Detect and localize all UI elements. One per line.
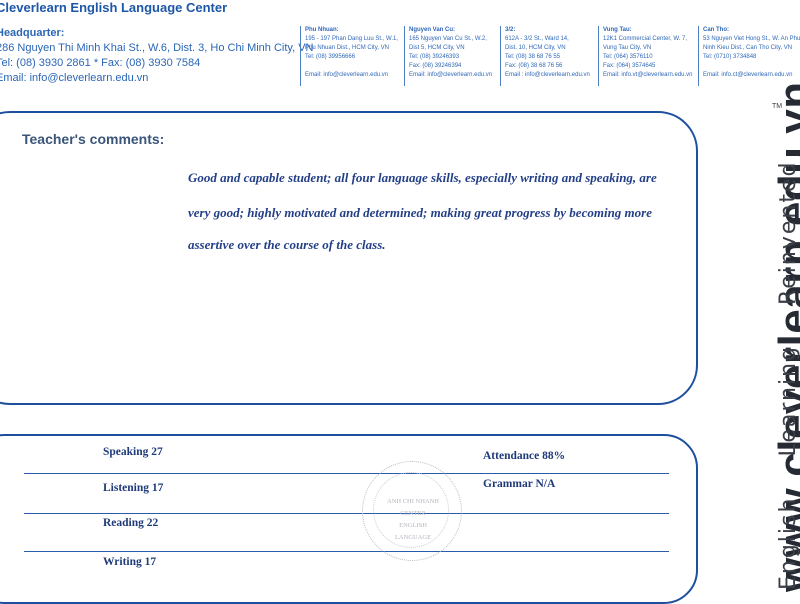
score-writing: Writing 17 (103, 556, 157, 568)
brand-tagline: English Learning Reinvented (776, 161, 800, 590)
branch-line: Dist. 10, HCM City, VN (505, 45, 566, 51)
comment-line-1: Good and capable student; all four langu… (188, 170, 657, 185)
comments-frame (0, 111, 698, 405)
stamp: ANH CHI NHANH CENTER ENGLISH LANGUAGE (362, 461, 462, 561)
branch-name: Nguyen Van Cu: (409, 27, 456, 33)
score-listening: Listening 17 (103, 482, 164, 494)
stamp-text: CENTER (400, 510, 426, 517)
branch-name: Vung Tau: (603, 27, 632, 33)
branch-line: Tel: (08) 39956666 (305, 54, 356, 60)
branch-line (703, 62, 800, 71)
score-reading: Reading 22 (103, 517, 159, 529)
branch-line: Tel: (08) 38 68 76 55 (505, 54, 561, 60)
comment-line-2: very good; highly motivated and determin… (188, 205, 652, 220)
row-divider (24, 473, 669, 474)
tagline-english: English (776, 496, 800, 590)
branch-line: Fax: (08) 38 68 76 56 (505, 63, 563, 69)
branch-phu-nhuan: Phu Nhuan: 195 - 197 Phan Dang Luu St., … (300, 26, 403, 86)
branch-name: Can Tho: (703, 27, 729, 33)
branch-line: Phu Nhuan Dist., HCM City, VN (305, 45, 389, 51)
hq-address: 286 Nguyen Thi Minh Khai St., W.6, Dist.… (0, 42, 314, 54)
branch-line: Fax: (064) 3574645 (603, 63, 656, 69)
branch-line: 53 Nguyen Viet Hong St., W. An Phu, (703, 36, 800, 42)
stamp-text: ANH CHI NHANH (387, 498, 439, 505)
branch-nguyen-van-cu: Nguyen Van Cu: 165 Nguyen Van Cu St., W.… (404, 26, 501, 86)
branch-line: Tel: (064) 3576110 (603, 54, 653, 60)
hq-phone: Tel: (08) 3930 2861 * Fax: (08) 3930 758… (0, 57, 201, 69)
branch-line: Tel: (08) 39246393 (409, 54, 460, 60)
score-speaking: Speaking 27 (103, 446, 163, 458)
branch-line: Fax: (08) 39246394 (409, 63, 462, 69)
branch-line: Ninh Kieu Dist., Can Tho City, VN (703, 45, 793, 51)
branch-line: Email: info@cleverlearn.edu.vn (409, 72, 493, 78)
hq-email: Email: info@cleverlearn.edu.vn (0, 72, 149, 84)
branch-line: Email: info@cleverlearn.edu.vn (305, 72, 389, 78)
trademark-mark: TM (772, 103, 783, 110)
branch-line: Dist 5, HCM City, VN (409, 45, 465, 51)
score-attendance: Attendance 88% (483, 450, 566, 462)
branch-vung-tau: Vung Tau: 12K1 Commercial Center, W. 7, … (598, 26, 701, 86)
score-grammar: Grammar N/A (483, 478, 556, 490)
branch-name: 3/2: (505, 27, 516, 33)
branch-line: 12K1 Commercial Center, W. 7, (603, 36, 688, 42)
tagline-reinvented: Reinvented (776, 160, 800, 306)
branch-line: 195 - 197 Phan Dang Luu St., W.1, (305, 36, 399, 42)
row-divider (24, 513, 669, 514)
center-name: Cleverlearn English Language Center (0, 0, 228, 15)
branch-line: Vung Tau City, VN (603, 45, 652, 51)
branch-line (305, 62, 403, 71)
stamp-text: LANGUAGE (394, 534, 432, 541)
row-divider (24, 551, 669, 552)
branch-line: Email: info.ct@cleverlearn.edu.vn (703, 72, 793, 78)
branch-line: 165 Nguyen Van Cu St., W.2, (409, 36, 487, 42)
branch-line: Email : info@cleverlearn.edu.vn (505, 72, 590, 78)
tagline-learning: Learning (776, 345, 800, 457)
comment-line-3: assertive over the course of the class. (188, 237, 386, 252)
stamp-text: ENGLISH (399, 522, 427, 529)
branch-line: 612A - 3/2 St., Ward 14, (505, 36, 569, 42)
branch-line: Tel: (0710) 3734848 (703, 54, 757, 60)
comments-heading: Teacher's comments: (22, 131, 165, 147)
branch-line: Email: info.vt@cleverlearn.edu.vn (603, 72, 693, 78)
hq-title: Headquarter: (0, 27, 65, 39)
branch-name: Phu Nhuan: (305, 27, 339, 33)
branch-can-tho: Can Tho: 53 Nguyen Viet Hong St., W. An … (698, 26, 800, 86)
branch-3-2: 3/2: 612A - 3/2 St., Ward 14, Dist. 10, … (500, 26, 599, 86)
